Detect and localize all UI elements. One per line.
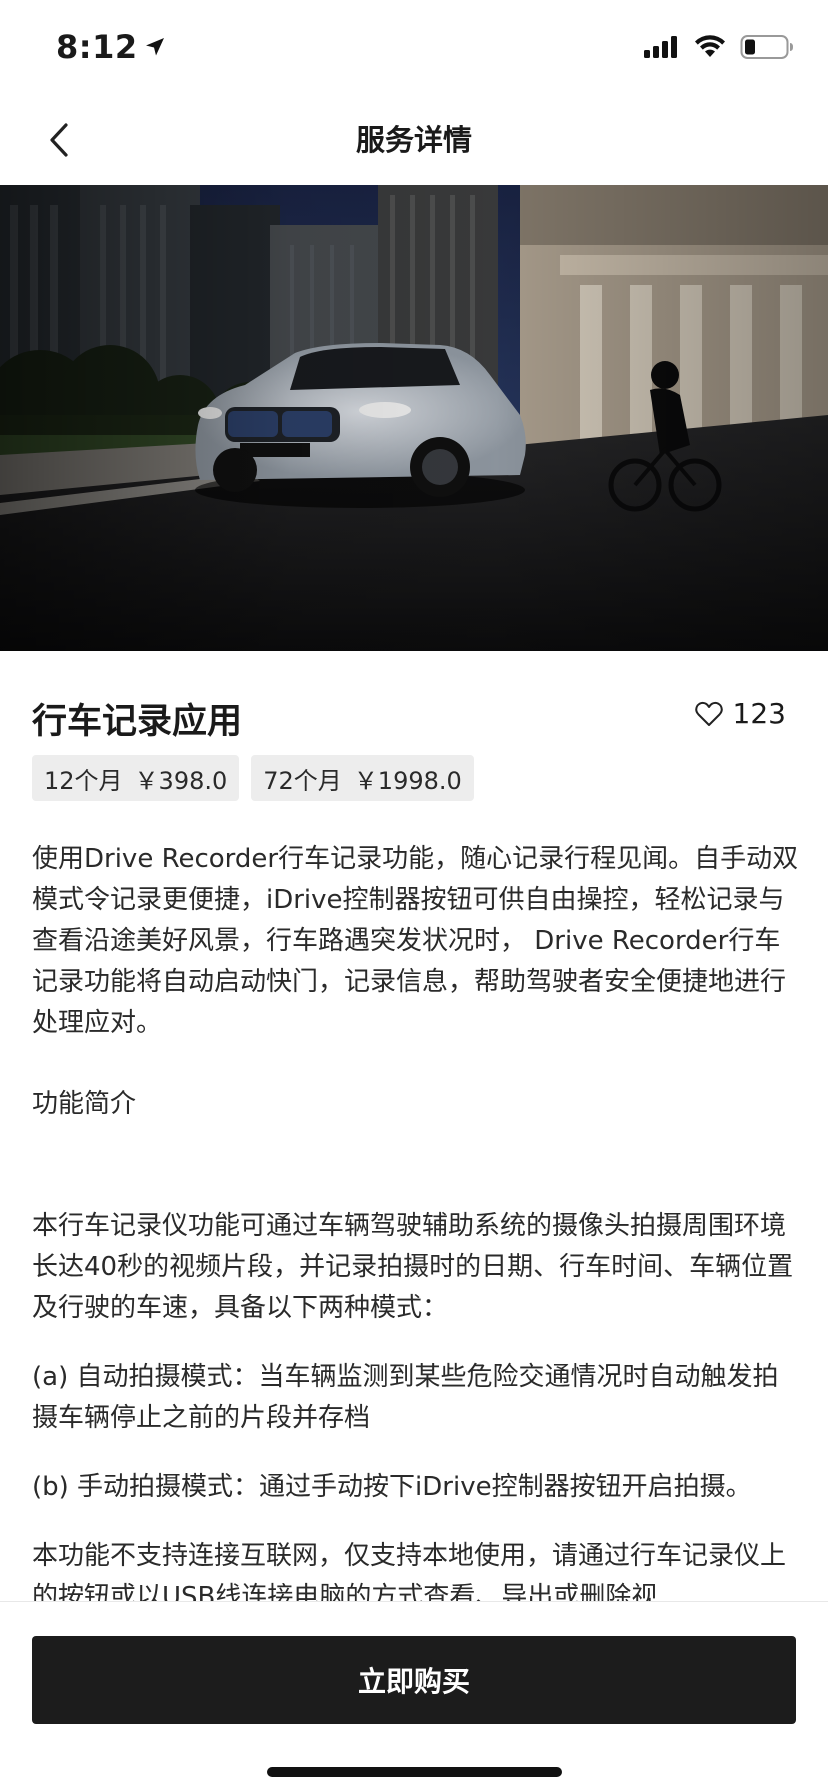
- price-duration: 12个月: [44, 766, 123, 795]
- heart-outline-icon: [694, 701, 723, 726]
- buy-now-button[interactable]: 立即购买: [32, 1636, 796, 1724]
- intro-paragraph: 使用Drive Recorder行车记录功能，随心记录行程见闻。自手动双模式令记…: [32, 844, 799, 1038]
- location-arrow-icon: [145, 38, 164, 56]
- mode-a-paragraph: (a) 自动拍摄模式：当车辆监测到某些危险交通情况时自动触发拍摄车辆停止之前的片…: [32, 1362, 779, 1433]
- nav-bar: 服务详情: [0, 95, 828, 185]
- signal-icon: [644, 36, 677, 58]
- mode-b-paragraph: (b) 手动拍摄模式：通过手动按下iDrive控制器按钮开启拍摄。: [32, 1472, 752, 1502]
- product-description: 使用Drive Recorder行车记录功能，随心记录行程见闻。自手动双模式令记…: [32, 839, 802, 1601]
- usage-paragraph: 本功能不支持连接互联网，仅支持本地使用，请通过行车记录仪上的按钮或以USB线连接…: [32, 1541, 787, 1601]
- price-duration: 72个月: [263, 766, 342, 795]
- battery-icon: [740, 35, 793, 59]
- like-button[interactable]: 123: [694, 697, 786, 730]
- price-options: 12个月 ￥398.0 72个月 ￥1998.0: [32, 755, 474, 801]
- status-time: 8:12: [56, 28, 166, 66]
- price-amount: ￥1998.0: [353, 766, 462, 795]
- price-option-12-months[interactable]: 12个月 ￥398.0: [32, 755, 240, 801]
- status-indicators: [644, 34, 794, 60]
- status-time-text: 8:12: [56, 28, 138, 66]
- price-amount: ￥398.0: [134, 766, 228, 795]
- bottom-action-bar: 立即购买: [0, 1601, 828, 1792]
- status-bar: 8:12: [0, 0, 828, 95]
- hero-image: [0, 185, 828, 651]
- home-indicator: [267, 1767, 562, 1777]
- feature-paragraph: 本行车记录仪功能可通过车辆驾驶辅助系统的摄像头拍摄周围环境长达40秒的视频片段，…: [32, 1211, 794, 1323]
- hero-illustration: [0, 185, 828, 651]
- product-title: 行车记录应用: [32, 702, 243, 742]
- price-option-72-months[interactable]: 72个月 ￥1998.0: [251, 755, 474, 801]
- like-count: 123: [732, 697, 786, 730]
- wifi-icon: [695, 35, 725, 57]
- section-title: 功能简介: [32, 1089, 137, 1119]
- main-content: 行车记录应用 123 12个月 ￥398.0 72个月 ￥1998.0 使用Dr…: [0, 651, 828, 1601]
- title-row: 行车记录应用 123: [32, 693, 796, 743]
- page-title: 服务详情: [355, 123, 472, 157]
